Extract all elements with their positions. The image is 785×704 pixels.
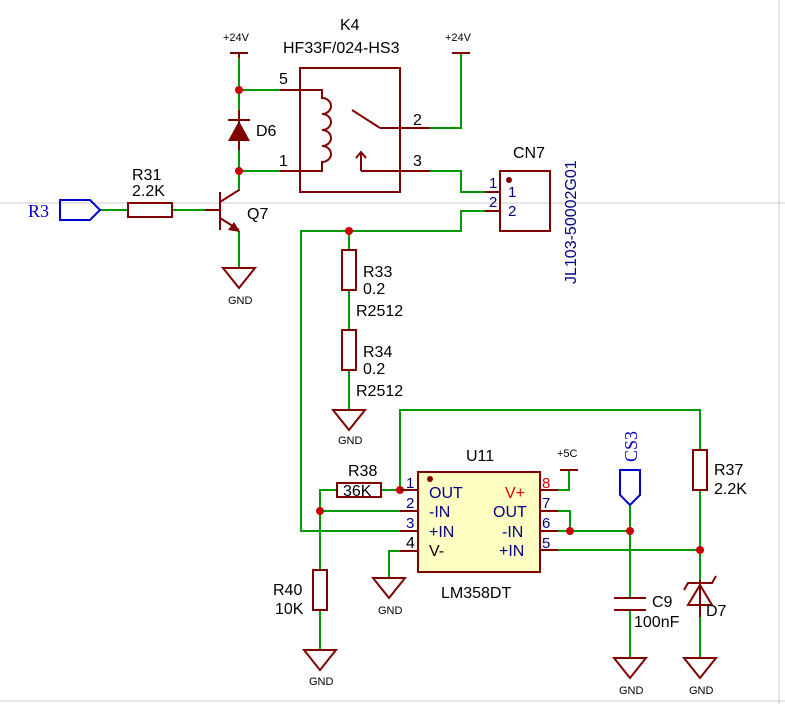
svg-text:1: 1 bbox=[508, 184, 516, 201]
svg-text:100nF: 100nF bbox=[634, 614, 680, 631]
svg-text:V+: V+ bbox=[505, 485, 525, 502]
svg-text:-IN: -IN bbox=[502, 524, 523, 541]
svg-text:2: 2 bbox=[413, 112, 422, 129]
gnd-c9: GND bbox=[611, 657, 649, 697]
svg-text:JL103-50002G01: JL103-50002G01 bbox=[563, 160, 580, 284]
svg-text:+24V: +24V bbox=[223, 32, 250, 44]
resistor-r34[interactable]: R34 0.2 R2512 bbox=[341, 329, 403, 400]
svg-text:D7: D7 bbox=[706, 603, 727, 620]
opamp-u11[interactable]: U11 LM358DT 1 2 3 4 OUT -IN +IN V- 8 7 6… bbox=[400, 448, 558, 602]
svg-text:3: 3 bbox=[406, 515, 414, 532]
svg-text:R31: R31 bbox=[132, 167, 161, 184]
svg-text:U11: U11 bbox=[466, 448, 494, 465]
svg-text:GND: GND bbox=[689, 685, 714, 697]
svg-text:D6: D6 bbox=[256, 123, 277, 140]
svg-text:GND: GND bbox=[309, 676, 334, 688]
svg-text:0.2: 0.2 bbox=[363, 361, 385, 378]
svg-text:R40: R40 bbox=[273, 582, 302, 599]
svg-text:0.2: 0.2 bbox=[363, 281, 385, 298]
svg-text:R38: R38 bbox=[348, 463, 377, 480]
svg-text:2.2K: 2.2K bbox=[714, 481, 747, 498]
svg-text:R34: R34 bbox=[363, 344, 392, 361]
svg-text:10K: 10K bbox=[275, 601, 304, 618]
svg-text:+IN: +IN bbox=[499, 543, 524, 560]
gnd-d7: GND bbox=[681, 657, 719, 697]
svg-text:+IN: +IN bbox=[429, 524, 454, 541]
svg-text:6: 6 bbox=[542, 515, 550, 532]
resistor-r33[interactable]: R33 0.2 R2512 bbox=[341, 249, 403, 320]
svg-text:CS3: CS3 bbox=[621, 431, 641, 462]
transistor-q7[interactable]: Q7 bbox=[205, 189, 268, 232]
svg-text:R33: R33 bbox=[363, 264, 392, 281]
svg-text:GND: GND bbox=[338, 435, 363, 447]
gnd-u11: GND bbox=[370, 577, 408, 617]
svg-text:GND: GND bbox=[228, 295, 253, 307]
gnd-r40: GND bbox=[301, 649, 339, 688]
svg-text:V-: V- bbox=[429, 543, 444, 560]
resistor-r31[interactable]: R31 2.2K bbox=[127, 167, 173, 218]
svg-text:5: 5 bbox=[279, 71, 288, 88]
svg-text:8: 8 bbox=[542, 475, 550, 492]
svg-text:-IN: -IN bbox=[429, 504, 450, 521]
svg-text:2: 2 bbox=[508, 203, 516, 220]
svg-text:CN7: CN7 bbox=[513, 145, 545, 162]
connector-cn7[interactable]: CN7 1 2 1 2 JL103-50002G01 bbox=[485, 145, 580, 284]
relay-k4[interactable]: K4 HF33F/024-HS3 5 1 2 3 bbox=[279, 17, 430, 193]
svg-text:R37: R37 bbox=[714, 462, 743, 479]
power-5v: +5C bbox=[557, 448, 578, 471]
svg-text:36K: 36K bbox=[343, 483, 372, 500]
svg-text:R2512: R2512 bbox=[356, 303, 403, 320]
capacitor-c9[interactable]: C9 100nF bbox=[614, 594, 680, 631]
svg-text:GND: GND bbox=[619, 685, 644, 697]
svg-text:2.2K: 2.2K bbox=[132, 183, 165, 200]
diode-d6[interactable]: D6 bbox=[228, 110, 277, 150]
svg-text:+5C: +5C bbox=[557, 448, 578, 460]
svg-text:5: 5 bbox=[542, 535, 550, 552]
power-24v-right: +24V bbox=[445, 32, 472, 54]
gnd-r34: GND bbox=[330, 409, 368, 447]
svg-text:1: 1 bbox=[279, 153, 288, 170]
resistor-r38[interactable]: R38 36K bbox=[336, 463, 382, 500]
svg-text:3: 3 bbox=[413, 153, 422, 170]
power-24v-left: +24V bbox=[223, 32, 250, 58]
svg-text:2: 2 bbox=[406, 495, 414, 512]
svg-text:Q7: Q7 bbox=[247, 206, 268, 223]
svg-text:K4: K4 bbox=[340, 17, 360, 34]
gnd-q7: GND bbox=[220, 267, 258, 307]
svg-text:R2512: R2512 bbox=[356, 383, 403, 400]
netport-cs3[interactable]: CS3 bbox=[619, 431, 641, 507]
svg-text:R3: R3 bbox=[28, 201, 49, 221]
svg-text:7: 7 bbox=[542, 495, 550, 512]
svg-text:OUT: OUT bbox=[493, 504, 527, 521]
svg-text:GND: GND bbox=[378, 605, 403, 617]
svg-text:LM358DT: LM358DT bbox=[441, 585, 511, 602]
svg-text:C9: C9 bbox=[652, 594, 673, 611]
svg-text:OUT: OUT bbox=[429, 485, 463, 502]
schematic-canvas: +24V +24V +5C GND GND GND GND GND GND R3… bbox=[0, 0, 785, 704]
svg-text:HF33F/024-HS3: HF33F/024-HS3 bbox=[283, 40, 400, 57]
svg-text:4: 4 bbox=[406, 535, 415, 552]
svg-text:+24V: +24V bbox=[445, 32, 472, 44]
resistor-r37[interactable]: R37 2.2K bbox=[692, 449, 747, 498]
zener-d7[interactable]: D7 bbox=[683, 575, 727, 620]
svg-text:1: 1 bbox=[406, 475, 414, 492]
resistor-r40[interactable]: R40 10K bbox=[273, 569, 328, 618]
svg-text:1: 1 bbox=[489, 175, 497, 192]
svg-text:2: 2 bbox=[489, 194, 497, 211]
